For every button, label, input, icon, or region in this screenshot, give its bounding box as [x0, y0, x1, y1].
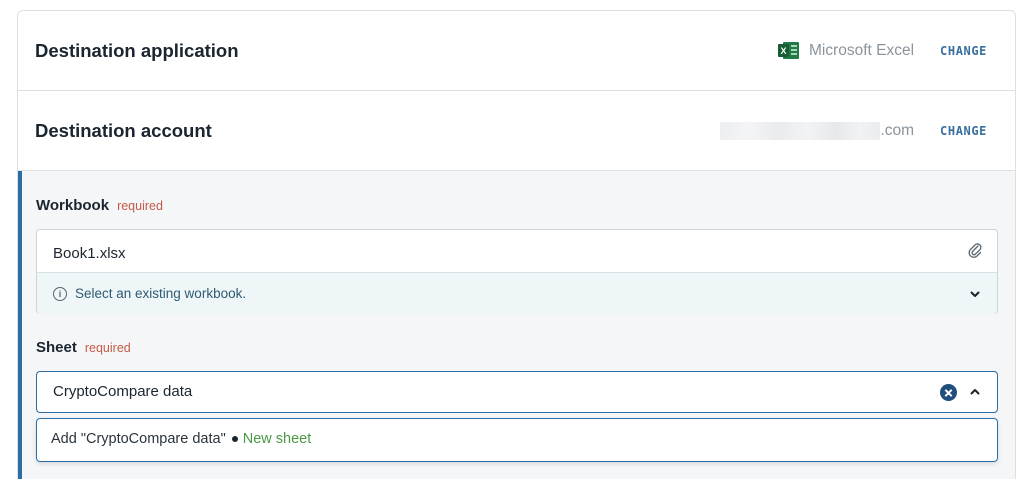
settings-form: Workbook required Book1.xlsx i Select an…: [18, 171, 1015, 479]
sheet-dropdown: Add "CryptoCompare data" New sheet: [36, 418, 998, 462]
workbook-value[interactable]: Book1.xlsx: [53, 245, 126, 262]
active-section-indicator: [18, 171, 22, 479]
separator-dot: [231, 436, 238, 442]
new-sheet-tag: New sheet: [242, 431, 312, 447]
excel-icon-letter: X: [777, 44, 789, 57]
app-name: Microsoft Excel: [808, 41, 915, 59]
sheet-input[interactable]: CryptoCompare data: [36, 371, 998, 413]
sheet-label-text: Sheet: [36, 339, 77, 356]
microsoft-excel-icon: X: [777, 42, 799, 59]
chevron-down-icon[interactable]: [969, 288, 981, 300]
workbook-label: Workbook required: [36, 197, 163, 214]
destination-account-row: Destination account .com CHANGE: [18, 91, 1015, 171]
account-email: .com: [720, 121, 915, 140]
change-account-button[interactable]: CHANGE: [940, 124, 987, 138]
destination-application-row: Destination application X Microsoft Exce…: [18, 11, 1015, 91]
workbook-required-tag: required: [117, 199, 163, 213]
new-sheet-option-label: Add "CryptoCompare data": [51, 431, 226, 447]
destination-account-value: .com CHANGE: [720, 121, 987, 140]
change-application-button[interactable]: CHANGE: [940, 44, 987, 58]
sheet-label: Sheet required: [36, 339, 131, 356]
destination-account-title: Destination account: [35, 119, 212, 141]
chevron-up-icon[interactable]: [969, 386, 981, 398]
destination-application-title: Destination application: [35, 39, 239, 61]
clear-icon[interactable]: [940, 384, 957, 401]
sheet-required-tag: required: [84, 341, 131, 355]
workbook-field[interactable]: Book1.xlsx i Select an existing workbook…: [36, 229, 998, 314]
paperclip-icon[interactable]: [967, 242, 983, 260]
destination-card: Destination application X Microsoft Exce…: [17, 10, 1016, 479]
new-sheet-option[interactable]: Add "CryptoCompare data" New sheet: [51, 431, 311, 447]
account-email-suffix: .com: [880, 121, 915, 139]
workbook-hint[interactable]: i Select an existing workbook.: [37, 272, 997, 314]
workbook-label-text: Workbook: [36, 197, 110, 214]
destination-application-value: X Microsoft Excel CHANGE: [777, 41, 987, 60]
info-icon: i: [53, 286, 67, 301]
redacted-email-block: [720, 121, 881, 140]
sheet-value[interactable]: CryptoCompare data: [53, 383, 192, 400]
workbook-hint-text: Select an existing workbook.: [75, 286, 247, 301]
